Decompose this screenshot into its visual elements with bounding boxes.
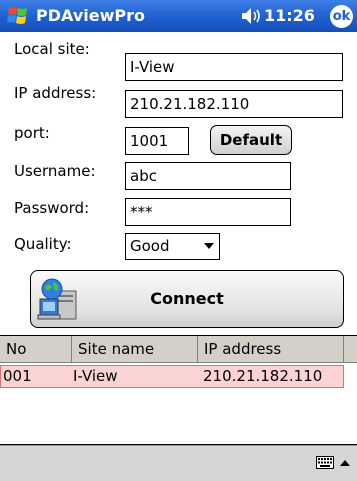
windows-start-icon[interactable] <box>6 4 30 28</box>
connect-button[interactable]: Connect <box>30 270 344 328</box>
default-button[interactable]: Default <box>210 125 292 155</box>
table-row[interactable]: 001 I-View 210.21.182.110 <box>0 365 344 388</box>
local-site-label: Local site: <box>14 40 90 58</box>
title-bar: PDAviewPro 11:26 ok <box>0 0 357 32</box>
clock: 11:26 <box>264 6 315 25</box>
site-table: No Site name IP address 001 I-View 210.2… <box>0 335 357 445</box>
password-input[interactable]: *** <box>125 198 291 226</box>
port-input[interactable]: 1001 <box>125 127 189 155</box>
chevron-up-icon[interactable] <box>340 460 350 466</box>
row-site-name: I-View <box>73 367 118 385</box>
column-header-site-name[interactable]: Site name <box>72 336 198 363</box>
chevron-down-icon[interactable] <box>204 243 214 249</box>
username-input[interactable]: abc <box>125 162 291 190</box>
volume-icon[interactable] <box>241 7 263 25</box>
row-no: 001 <box>3 367 32 385</box>
command-bar <box>0 445 357 481</box>
keyboard-icon[interactable] <box>316 456 334 469</box>
ip-address-input[interactable]: 210.21.182.110 <box>125 90 343 118</box>
quality-label: Quality: <box>14 235 72 253</box>
ip-address-label: IP address: <box>14 84 97 102</box>
column-header-no[interactable]: No <box>0 336 72 363</box>
row-ip-address: 210.21.182.110 <box>203 367 323 385</box>
username-label: Username: <box>14 162 96 180</box>
connect-label: Connect <box>150 289 224 308</box>
column-header-ip-address[interactable]: IP address <box>198 336 344 363</box>
app-title: PDAviewPro <box>36 6 145 25</box>
table-header: No Site name IP address <box>0 336 357 363</box>
local-site-input[interactable]: I-View <box>125 53 343 81</box>
password-label: Password: <box>14 199 90 217</box>
port-label: port: <box>14 124 50 142</box>
ok-button[interactable]: ok <box>330 5 353 28</box>
